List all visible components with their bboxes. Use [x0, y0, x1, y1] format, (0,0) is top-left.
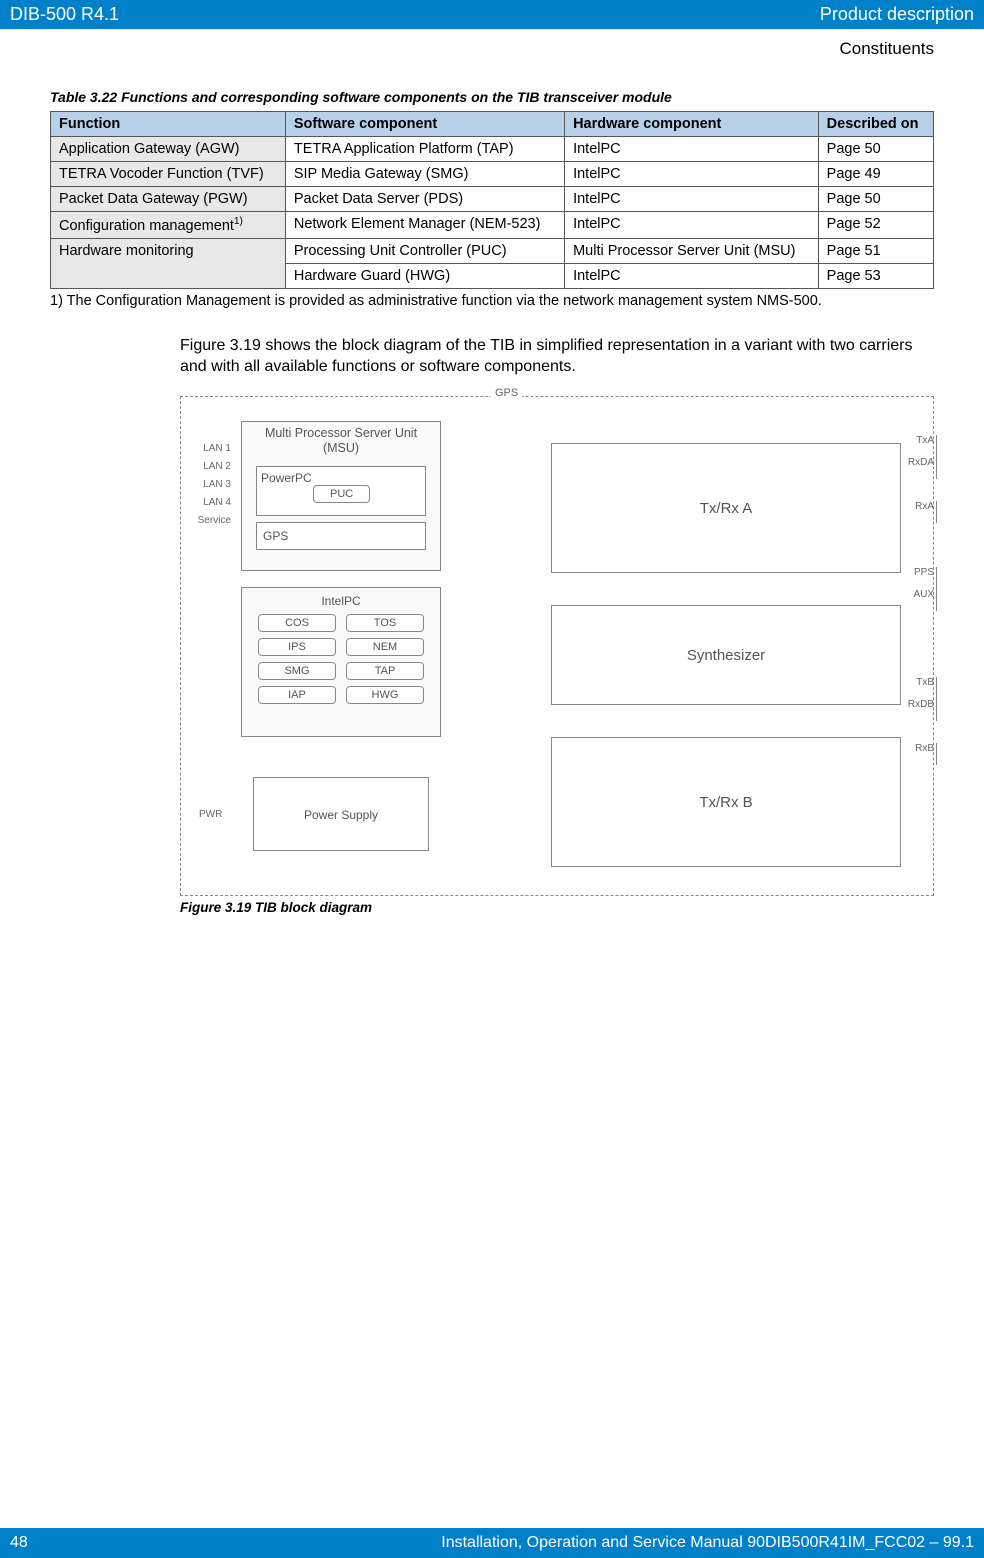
pwr-port-label: PWR	[199, 809, 222, 820]
chip: SMG	[258, 662, 336, 680]
cell-fn: Configuration management1)	[51, 212, 286, 239]
txrxa-box: Tx/Rx A	[551, 443, 901, 573]
cell-sw: SIP Media Gateway (SMG)	[285, 162, 564, 187]
table-footnote: 1) The Configuration Management is provi…	[68, 293, 934, 309]
cell-pg: Page 53	[818, 263, 933, 288]
chip: IAP	[258, 686, 336, 704]
figure-wrap: GPS LAN 1 LAN 2 LAN 3 LAN 4 Service PWR …	[180, 396, 934, 915]
cell-sw: Hardware Guard (HWG)	[285, 263, 564, 288]
right-port-labels: TxA RxDA RxA PPS AUX TxB RxDB RxB	[905, 435, 937, 765]
cell-hw: IntelPC	[565, 162, 819, 187]
port-label: RxB	[905, 743, 937, 765]
chip: HWG	[346, 686, 424, 704]
table-row: Packet Data Gateway (PGW) Packet Data Se…	[51, 187, 934, 212]
powerpc-box: PowerPC PUC	[256, 466, 426, 516]
table-row: Hardware monitoring Processing Unit Cont…	[51, 238, 934, 263]
port-label: TxA	[905, 435, 937, 457]
body-paragraph: Figure 3.19 shows the block diagram of t…	[180, 335, 934, 378]
msu-title: Multi Processor Server Unit(MSU)	[242, 426, 440, 456]
cell-fn: Packet Data Gateway (PGW)	[51, 187, 286, 212]
table-caption: Table 3.22 Functions and corresponding s…	[50, 89, 934, 105]
footer-bar: 48 Installation, Operation and Service M…	[0, 1528, 984, 1558]
page-number: 48	[10, 1534, 28, 1552]
port-label: PPS	[905, 567, 937, 589]
intelpc-title: IntelPC	[242, 594, 440, 608]
th-hardware: Hardware component	[565, 112, 819, 137]
table-row: Configuration management1) Network Eleme…	[51, 212, 934, 239]
port-label: TxB	[905, 677, 937, 699]
header-bar: DIB-500 R4.1 Product description	[0, 0, 984, 29]
port-label: Service	[181, 515, 231, 533]
cell-pg: Page 50	[818, 137, 933, 162]
cell-fn: Hardware monitoring	[51, 238, 286, 288]
gps-port-label: GPS	[491, 387, 522, 399]
page-content: Table 3.22 Functions and corresponding s…	[0, 89, 984, 915]
figure-caption: Figure 3.19 TIB block diagram	[180, 900, 934, 915]
cell-hw: IntelPC	[565, 187, 819, 212]
msu-box: Multi Processor Server Unit(MSU) PowerPC…	[241, 421, 441, 571]
cell-pg: Page 50	[818, 187, 933, 212]
cell-sw: Network Element Manager (NEM-523)	[285, 212, 564, 239]
table-row: Application Gateway (AGW) TETRA Applicat…	[51, 137, 934, 162]
table-row: TETRA Vocoder Function (TVF) SIP Media G…	[51, 162, 934, 187]
txrxb-box: Tx/Rx B	[551, 737, 901, 867]
cell-hw: IntelPC	[565, 137, 819, 162]
functions-table: Function Software component Hardware com…	[50, 111, 934, 289]
port-label: RxDB	[905, 699, 937, 721]
cell-hw: IntelPC	[565, 212, 819, 239]
chip: IPS	[258, 638, 336, 656]
cell-hw: Multi Processor Server Unit (MSU)	[565, 238, 819, 263]
powerpc-label: PowerPC	[261, 471, 312, 485]
block-diagram: GPS LAN 1 LAN 2 LAN 3 LAN 4 Service PWR …	[180, 396, 934, 896]
chip: NEM	[346, 638, 424, 656]
doc-id: DIB-500 R4.1	[10, 4, 119, 25]
cell-pg: Page 51	[818, 238, 933, 263]
left-port-labels: LAN 1 LAN 2 LAN 3 LAN 4 Service	[181, 443, 231, 533]
th-function: Function	[51, 112, 286, 137]
port-label: LAN 3	[181, 479, 231, 497]
port-label: RxDA	[905, 457, 937, 479]
cell-hw: IntelPC	[565, 263, 819, 288]
th-software: Software component	[285, 112, 564, 137]
cell-sw: TETRA Application Platform (TAP)	[285, 137, 564, 162]
port-label: RxA	[905, 501, 937, 523]
cell-pg: Page 49	[818, 162, 933, 187]
subsection-title: Constituents	[0, 29, 984, 89]
footer-text: Installation, Operation and Service Manu…	[441, 1534, 974, 1552]
port-label: LAN 1	[181, 443, 231, 461]
port-label: LAN 2	[181, 461, 231, 479]
chip: COS	[258, 614, 336, 632]
cell-fn: TETRA Vocoder Function (TVF)	[51, 162, 286, 187]
cell-sw: Processing Unit Controller (PUC)	[285, 238, 564, 263]
port-label: LAN 4	[181, 497, 231, 515]
puc-chip: PUC	[313, 485, 370, 503]
cell-fn: Application Gateway (AGW)	[51, 137, 286, 162]
port-label: AUX	[905, 589, 937, 611]
chip-grid: COS TOS IPS NEM SMG TAP IAP HWG	[242, 608, 440, 710]
gps-box: GPS	[256, 522, 426, 550]
intelpc-box: IntelPC COS TOS IPS NEM SMG TAP IAP HWG	[241, 587, 441, 737]
section-title: Product description	[820, 4, 974, 25]
psu-box: Power Supply	[253, 777, 429, 851]
chip: TOS	[346, 614, 424, 632]
cell-pg: Page 52	[818, 212, 933, 239]
cell-sw: Packet Data Server (PDS)	[285, 187, 564, 212]
synth-box: Synthesizer	[551, 605, 901, 705]
chip: TAP	[346, 662, 424, 680]
th-described: Described on	[818, 112, 933, 137]
